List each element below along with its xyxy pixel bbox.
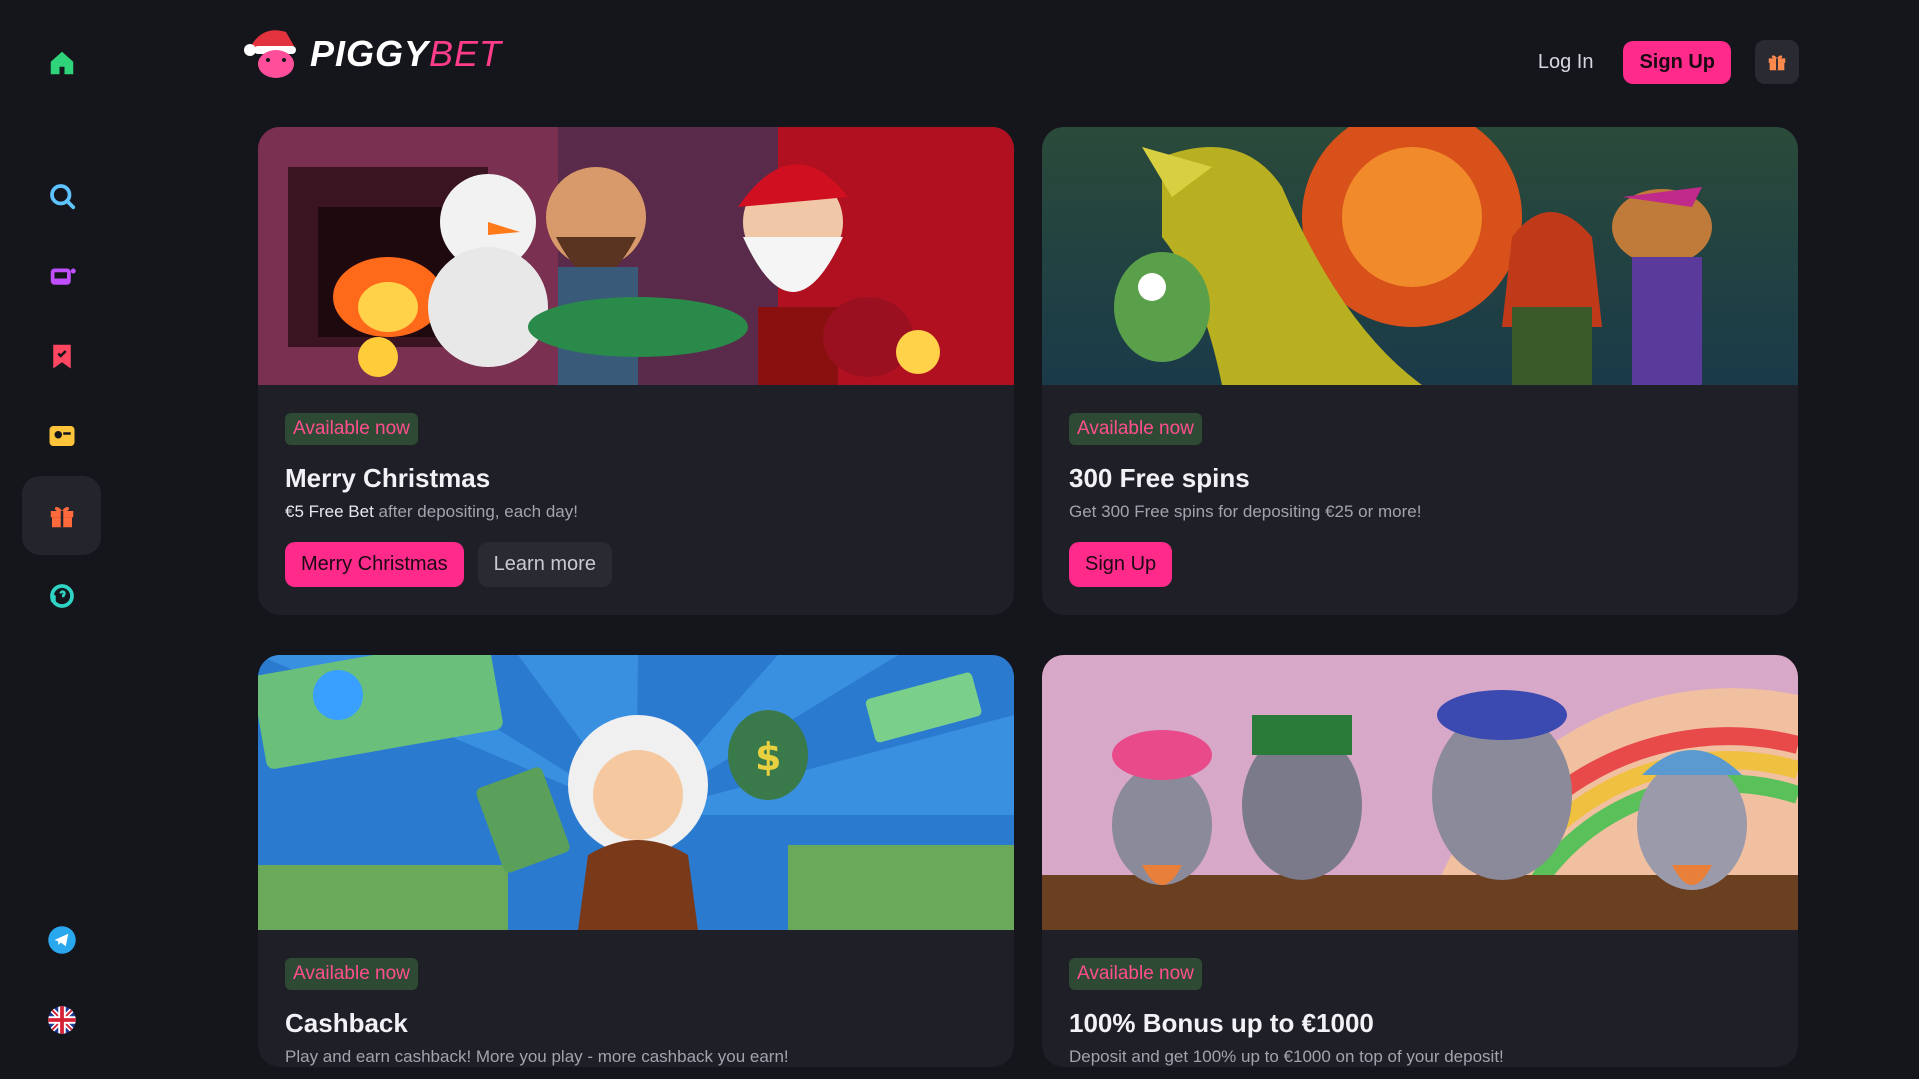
promo-title: Cashback bbox=[285, 1008, 408, 1038]
pig-santa-hat-icon bbox=[244, 30, 296, 78]
promo-card-cashback: $ Available now Cashback Play and earn c… bbox=[258, 655, 1014, 1067]
support-icon bbox=[49, 583, 74, 608]
promo-banner-free-spins bbox=[1042, 127, 1798, 385]
logo-text-bet: BET bbox=[429, 33, 503, 74]
status-badge: Available now bbox=[285, 413, 418, 445]
status-badge: Available now bbox=[1069, 958, 1202, 990]
promo-description: Deposit and get 100% up to €1000 on top … bbox=[1069, 1047, 1504, 1066]
slot-machine-icon bbox=[50, 268, 76, 285]
promo-banner-christmas bbox=[258, 127, 1014, 385]
signup-button[interactable]: Sign Up bbox=[1623, 40, 1731, 84]
sidebar-item-promotions[interactable] bbox=[22, 476, 101, 555]
promo-description: Play and earn cashback! More you play - … bbox=[285, 1047, 789, 1066]
logo-text-piggy: PIGGY bbox=[310, 33, 430, 74]
logo[interactable]: PIGGYBET bbox=[240, 24, 502, 84]
profile-card-icon bbox=[49, 425, 74, 446]
sidebar-item-slots[interactable] bbox=[22, 236, 101, 315]
gift-icon bbox=[50, 506, 73, 527]
sidebar-item-profile[interactable] bbox=[22, 396, 101, 475]
sidebar-item-bookmarks[interactable] bbox=[22, 316, 101, 395]
promo-card-deposit-bonus: Available now 100% Bonus up to €1000 Dep… bbox=[1042, 655, 1798, 1067]
free-spins-signup-button[interactable]: Sign Up bbox=[1069, 542, 1173, 587]
svg-text:$: $ bbox=[755, 735, 781, 779]
promo-description-highlight: €5 Free Bet bbox=[285, 502, 374, 521]
promo-description: Get 300 Free spins for depositing €25 or… bbox=[1069, 502, 1422, 521]
sidebar-item-search[interactable] bbox=[22, 156, 101, 235]
uk-flag-icon bbox=[47, 1005, 76, 1034]
sidebar-item-support[interactable] bbox=[22, 556, 101, 635]
search-icon bbox=[49, 183, 75, 209]
promo-description: €5 Free Bet after depositing, each day! bbox=[285, 502, 987, 522]
header-actions: Log In Sign Up bbox=[1532, 40, 1799, 84]
promo-banner-cashback: $ bbox=[258, 655, 1014, 930]
login-button[interactable]: Log In bbox=[1532, 50, 1600, 75]
status-badge: Available now bbox=[285, 958, 418, 990]
learn-more-button[interactable]: Learn more bbox=[477, 542, 612, 587]
sidebar bbox=[0, 0, 124, 1079]
promo-title: 100% Bonus up to €1000 bbox=[1069, 1008, 1374, 1038]
home-icon bbox=[50, 51, 73, 74]
header-gift-button[interactable] bbox=[1755, 40, 1799, 84]
gift-icon bbox=[1768, 55, 1786, 71]
promo-description-text: after depositing, each day! bbox=[373, 502, 578, 521]
sidebar-item-home[interactable] bbox=[22, 23, 101, 102]
merry-christmas-button[interactable]: Merry Christmas bbox=[285, 542, 464, 587]
status-badge: Available now bbox=[1069, 413, 1202, 445]
promo-title: 300 Free spins bbox=[1069, 463, 1250, 493]
telegram-icon bbox=[47, 925, 76, 954]
sidebar-item-telegram[interactable] bbox=[22, 900, 101, 979]
promo-card-free-spins: Available now 300 Free spins Get 300 Fre… bbox=[1042, 127, 1798, 615]
sidebar-item-language[interactable] bbox=[22, 980, 101, 1059]
promo-title: Merry Christmas bbox=[285, 463, 491, 493]
promo-card-christmas: Available now Merry Christmas €5 Free Be… bbox=[258, 127, 1014, 615]
promo-banner-deposit-bonus bbox=[1042, 655, 1798, 930]
bookmark-icon bbox=[52, 344, 71, 368]
